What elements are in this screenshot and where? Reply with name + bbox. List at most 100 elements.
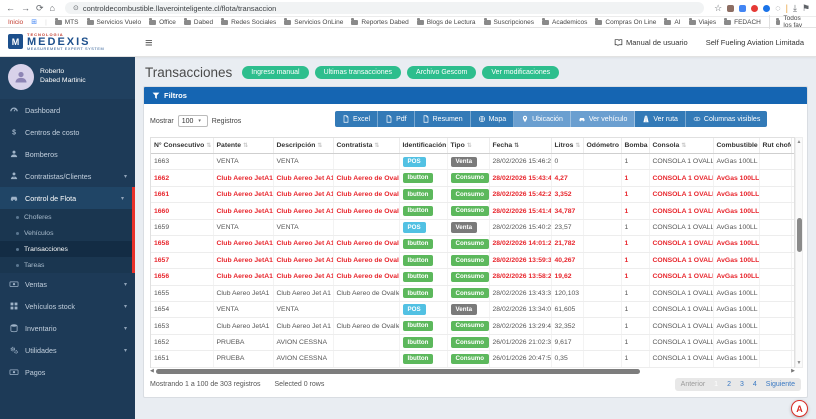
extension-icon[interactable] [727, 5, 734, 12]
pagination-page-4[interactable]: 4 [753, 381, 757, 388]
action-button-ver-modificaciones[interactable]: Ver modificaciones [482, 66, 559, 79]
bookmark-folder[interactable]: Dabed [184, 19, 213, 26]
sidebar-item-control-de-flota[interactable]: Control de Flota▾ [0, 187, 132, 209]
extension-icon[interactable] [763, 5, 770, 12]
column-header-od-metro[interactable]: Odómetro⇅ [583, 138, 621, 154]
table-row[interactable]: 1659VENTAVENTAPOSVenta28/02/2026 15:40:2… [151, 219, 795, 235]
manual-link[interactable]: Manual de usuario [614, 38, 688, 47]
column-header-litros[interactable]: Litros⇅ [551, 138, 583, 154]
extensions-puzzle-icon[interactable]: ◌ [775, 4, 780, 13]
bookmark-folder[interactable]: Compras On Line [595, 19, 656, 26]
medexis-logo[interactable]: M TECNOLOGIA MEDEXIS MEASUREMENT EXPERT … [0, 33, 135, 52]
toolbar-button-ubicaci-n[interactable]: Ubicación [514, 111, 571, 127]
scroll-up-icon[interactable]: ▲ [797, 138, 802, 146]
vertical-scroll-thumb[interactable] [797, 218, 802, 252]
table-row[interactable]: 1655Club Aereo JetA1Club Aereo Jet A1Clu… [151, 285, 795, 301]
user-profile[interactable]: Roberto Dabed Martinic [0, 57, 135, 99]
toolbar-button-resumen[interactable]: Resumen [415, 111, 471, 127]
table-row[interactable]: 1656Club Aereo JetA1Club Aereo Jet A1Clu… [151, 269, 795, 285]
home-icon[interactable]: ⌂ [50, 4, 55, 13]
scroll-down-icon[interactable]: ▼ [797, 359, 802, 367]
toolbar-button-ver-veh-culo[interactable]: Ver vehículo [571, 111, 636, 127]
toolbar-button-mapa[interactable]: Mapa [471, 111, 515, 127]
action-button-ingreso-manual[interactable]: Ingreso manual [242, 66, 308, 79]
bookmark-folder[interactable]: Servicios OnLine [284, 19, 343, 26]
table-row[interactable]: 1654VENTAVENTAPOSVenta28/02/2026 13:34:0… [151, 301, 795, 317]
extension-icon[interactable] [751, 5, 758, 12]
column-header-bomba[interactable]: Bomba⇅ [621, 138, 649, 154]
column-header-tipo[interactable]: Tipo⇅ [447, 138, 489, 154]
menu-toggle-icon[interactable]: ≡ [145, 35, 153, 50]
toolbar-button-ver-ruta[interactable]: Ver ruta [635, 111, 686, 127]
horizontal-scrollbar[interactable]: ◀ ▶ [150, 368, 795, 374]
sidebar-item-contratistas-clientes[interactable]: Contratistas/Clientes▾ [0, 165, 135, 187]
sidebar-item-inventario[interactable]: Inventario▾ [0, 317, 135, 339]
toolbar-button-excel[interactable]: Excel [335, 111, 378, 127]
all-bookmarks[interactable]: Todos los fav [769, 15, 808, 29]
action-button-archivo-gescom[interactable]: Archivo Gescom [407, 66, 476, 79]
sidebar-subitem-tareas[interactable]: Tareas [0, 257, 132, 273]
reload-icon[interactable]: ⟳ [36, 4, 44, 13]
sidebar-item-bomberos[interactable]: Bomberos [0, 143, 135, 165]
pagination-page-2[interactable]: 2 [727, 381, 731, 388]
table-row[interactable]: 1651PRUEBAAVION CESSNAIbuttonConsumo26/0… [151, 351, 795, 367]
filters-bar[interactable]: Filtros [144, 87, 807, 104]
bookmark-folder[interactable]: AI [664, 19, 680, 26]
pagination-page-1[interactable]: 1 [714, 381, 718, 388]
download-icon[interactable]: ⤓ [793, 4, 797, 13]
toolbar-button-columnas-visibles[interactable]: Columnas visibles [686, 111, 767, 127]
site-info-icon[interactable]: ⊙ [73, 4, 79, 12]
table-row[interactable]: 1660Club Aereo JetA1Club Aereo Jet A1Clu… [151, 203, 795, 219]
company-name[interactable]: Self Fueling Aviation Limitada [706, 38, 804, 47]
bookmark-folder[interactable]: Servicios Vuelo [87, 19, 142, 26]
profile-icon[interactable]: ⚑ [802, 4, 810, 13]
sidebar-subitem-veh-culos[interactable]: Vehículos [0, 225, 132, 241]
column-header-patente[interactable]: Patente⇅ [213, 138, 273, 154]
column-header-fecha[interactable]: Fecha⇅ [489, 138, 551, 154]
column-header-rut-chofer[interactable]: Rut chofer⇅ [759, 138, 791, 154]
column-header-consola[interactable]: Consola⇅ [649, 138, 713, 154]
sidebar-subitem-choferes[interactable]: Choferes [0, 209, 132, 225]
table-row[interactable]: 1662Club Aereo JetA1Club Aereo Jet A1Clu… [151, 170, 795, 186]
bookmark-inicio[interactable]: Inicio [8, 19, 23, 26]
table-row[interactable]: 1653Club Aereo JetA1Club Aereo Jet A1Clu… [151, 318, 795, 334]
pagination-page-3[interactable]: 3 [740, 381, 744, 388]
column-header-identificaci-n[interactable]: Identificación⇅ [399, 138, 447, 154]
adobe-acrobat-icon[interactable]: A [791, 400, 808, 417]
pagination-prev[interactable]: Anterior [681, 381, 706, 388]
bookmark-folder[interactable]: Blogs de Lectura [417, 19, 476, 26]
sidebar-item-pagos[interactable]: Pagos [0, 361, 135, 383]
scroll-right-icon[interactable]: ▶ [791, 368, 795, 374]
bookmark-folder[interactable]: FEDACH [724, 19, 761, 26]
column-header-combustible[interactable]: Combustible⇅ [713, 138, 759, 154]
bookmark-folder[interactable]: Academicos [542, 19, 587, 26]
bookmark-folder[interactable]: Viajes [689, 19, 717, 26]
action-button-ultimas-transacciones[interactable]: Ultimas transacciones [315, 66, 401, 79]
table-row[interactable]: 1663VENTAVENTAPOSVenta28/02/2026 15:46:2… [151, 154, 795, 170]
page-size-select[interactable]: 100 ▾ [178, 115, 208, 127]
bookmark-folder[interactable]: Reportes Dabed [351, 19, 408, 26]
bookmark-folder[interactable]: Office [149, 19, 176, 26]
toolbar-button-pdf[interactable]: Pdf [378, 111, 415, 127]
apps-grid-icon[interactable]: ⊞ [31, 19, 37, 26]
bookmark-folder[interactable]: MTS [55, 19, 79, 26]
table-row[interactable]: 1657Club Aereo JetA1Club Aereo Jet A1Clu… [151, 252, 795, 268]
sidebar-item-utilidades[interactable]: Utilidades▾ [0, 339, 135, 361]
column-header-contratista[interactable]: Contratista⇅ [333, 138, 399, 154]
table-row[interactable]: 1658Club Aereo JetA1Club Aereo Jet A1Clu… [151, 236, 795, 252]
vertical-scrollbar[interactable]: ▲ ▼ [795, 137, 803, 368]
column-header-n-consecutivo[interactable]: N° Consecutivo⇅ [151, 138, 213, 154]
table-row[interactable]: 1661Club Aereo JetA1Club Aereo Jet A1Clu… [151, 186, 795, 202]
bookmark-folder[interactable]: Suscripciones [484, 19, 534, 26]
sidebar-item-centros-de-costo[interactable]: $Centros de costo [0, 121, 135, 143]
table-row[interactable]: 1652PRUEBAAVION CESSNAIbuttonConsumo26/0… [151, 334, 795, 350]
bookmark-folder[interactable]: Redes Sociales [221, 19, 276, 26]
extension-icon[interactable] [739, 5, 746, 12]
back-icon[interactable]: ← [6, 4, 15, 13]
address-bar[interactable]: ⊙ controldecombustible.llaverointeligent… [65, 2, 704, 14]
column-header-descripci-n[interactable]: Descripción⇅ [273, 138, 333, 154]
sidebar-item-veh-culos-stock[interactable]: Vehículos stock▾ [0, 295, 135, 317]
sidebar-subitem-transacciones[interactable]: Transacciones [0, 241, 132, 257]
pagination-next[interactable]: Siguiente [766, 381, 795, 388]
bookmark-star-icon[interactable]: ☆ [714, 4, 722, 13]
